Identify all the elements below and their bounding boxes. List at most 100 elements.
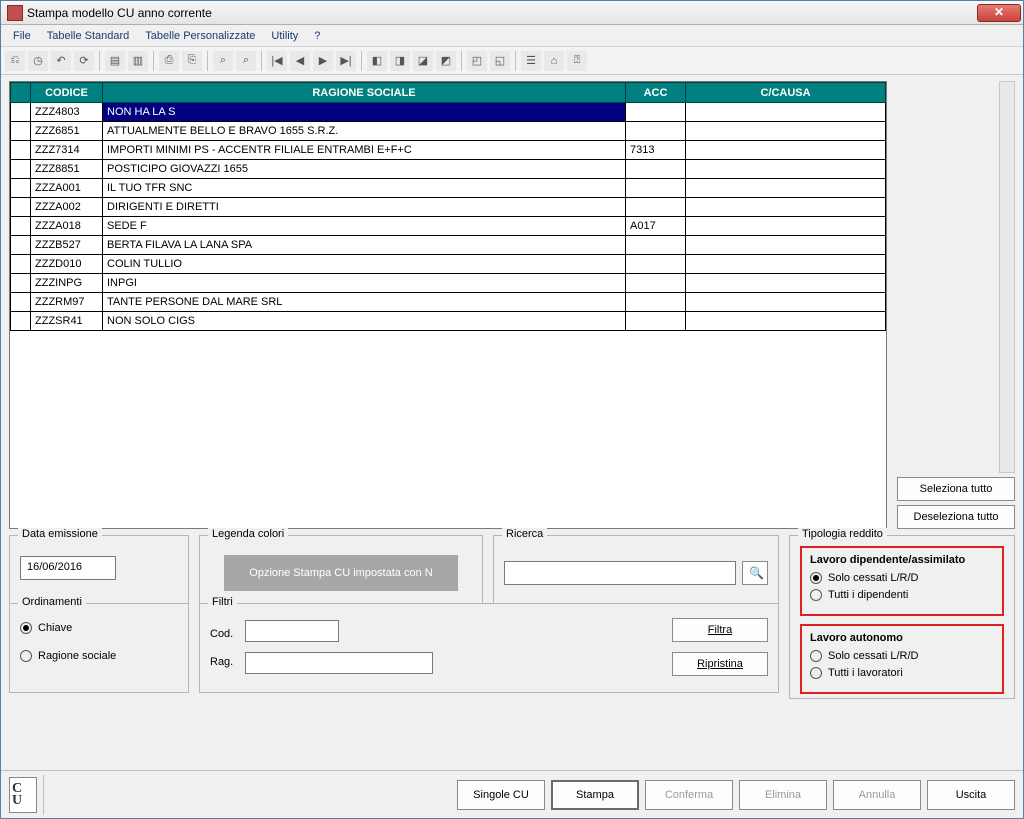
filtra-button[interactable]: Filtra (672, 618, 768, 642)
radio-icon (20, 622, 32, 634)
toolbar-separator (207, 51, 208, 71)
row-selector-cell[interactable] (11, 198, 31, 217)
grid-header-codice[interactable]: CODICE (31, 83, 103, 103)
radio-label: Tutti i lavoratori (828, 667, 903, 679)
table-row[interactable]: ZZZB527BERTA FILAVA LA LANA SPA (11, 236, 886, 255)
stampa-button[interactable]: Stampa (551, 780, 639, 810)
menu-help[interactable]: ? (306, 27, 328, 45)
cell-codice: ZZZINPG (31, 274, 103, 293)
row-selector-cell[interactable] (11, 274, 31, 293)
table-row[interactable]: ZZZ7314IMPORTI MINIMI PS - ACCENTR FILIA… (11, 141, 886, 160)
table-row[interactable]: ZZZ8851POSTICIPO GIOVAZZI 1655 (11, 160, 886, 179)
tipologia-dipendente-title: Lavoro dipendente/assimilato (810, 554, 994, 566)
table-row[interactable]: ZZZRM97TANTE PERSONE DAL MARE SRL (11, 293, 886, 312)
cell-acc (626, 160, 686, 179)
toolbar-button[interactable]: ▶| (336, 51, 356, 71)
toolbar-button[interactable]: ⎘ (182, 51, 202, 71)
table-row[interactable]: ZZZA001IL TUO TFR SNC (11, 179, 886, 198)
toolbar-button[interactable]: ☰ (521, 51, 541, 71)
table-row[interactable]: ZZZ6851ATTUALMENTE BELLO E BRAVO 1655 S.… (11, 122, 886, 141)
row-selector-cell[interactable] (11, 255, 31, 274)
table-row[interactable]: ZZZA018SEDE FA017 (11, 217, 886, 236)
cell-codice: ZZZ6851 (31, 122, 103, 141)
uscita-button[interactable]: Uscita (927, 780, 1015, 810)
toolbar-button[interactable]: ◱ (490, 51, 510, 71)
row-selector-cell[interactable] (11, 236, 31, 255)
toolbar-button[interactable]: ◨ (390, 51, 410, 71)
grid-header-acc[interactable]: ACC (626, 83, 686, 103)
row-selector-cell[interactable] (11, 122, 31, 141)
toolbar-button[interactable]: |◀ (267, 51, 287, 71)
toolbar-button[interactable]: ◩ (436, 51, 456, 71)
ripristina-button[interactable]: Ripristina (672, 652, 768, 676)
table-row[interactable]: ZZZD010COLIN TULLIO (11, 255, 886, 274)
row-selector-cell[interactable] (11, 217, 31, 236)
scrollbar-vertical[interactable] (999, 81, 1015, 473)
toolbar: ⎌◷↶⟳ ▤▥ ⎙⎘ ⌕⌕ |◀◀▶▶| ◧◨◪◩ ◰◱ ☰⌂⍰ (1, 47, 1023, 75)
tipologia-reddito-panel: Tipologia reddito Lavoro dipendente/assi… (789, 535, 1015, 699)
grid-header-causa[interactable]: C/CAUSA (686, 83, 886, 103)
row-selector-cell[interactable] (11, 141, 31, 160)
menu-tabelle-standard[interactable]: Tabelle Standard (39, 27, 138, 45)
row-selector-cell[interactable] (11, 160, 31, 179)
radio-ordinamenti-chiave[interactable]: Chiave (20, 622, 178, 634)
radio-ordinamenti-ragione[interactable]: Ragione sociale (20, 650, 178, 662)
toolbar-button[interactable]: ◧ (367, 51, 387, 71)
table-row[interactable]: ZZZINPGINPGI (11, 274, 886, 293)
toolbar-button[interactable]: ▶ (313, 51, 333, 71)
toolbar-button[interactable]: ◰ (467, 51, 487, 71)
toolbar-button[interactable]: ↶ (51, 51, 71, 71)
row-selector-cell[interactable] (11, 293, 31, 312)
table-row[interactable]: ZZZA002DIRIGENTI E DIRETTI (11, 198, 886, 217)
menu-utility[interactable]: Utility (263, 27, 306, 45)
radio-dipendente-tutti[interactable]: Tutti i dipendenti (810, 589, 994, 601)
toolbar-button[interactable]: ◷ (28, 51, 48, 71)
select-all-button[interactable]: Seleziona tutto (897, 477, 1015, 501)
toolbar-separator (153, 51, 154, 71)
cell-codice: ZZZ8851 (31, 160, 103, 179)
ricerca-input[interactable] (504, 561, 736, 585)
row-selector-cell[interactable] (11, 179, 31, 198)
table-row[interactable]: ZZZ4803NON HA LA S (11, 103, 886, 122)
grid-header-ragione[interactable]: RAGIONE SOCIALE (103, 83, 626, 103)
menu-file[interactable]: File (5, 27, 39, 45)
row-selector-cell[interactable] (11, 103, 31, 122)
legenda-colori-panel: Legenda colori Opzione Stampa CU imposta… (199, 535, 483, 613)
radio-icon (810, 589, 822, 601)
cell-acc (626, 255, 686, 274)
toolbar-button[interactable]: ◪ (413, 51, 433, 71)
deselect-all-button[interactable]: Deseleziona tutto (897, 505, 1015, 529)
cell-codice: ZZZ4803 (31, 103, 103, 122)
toolbar-button[interactable]: ⟳ (74, 51, 94, 71)
toolbar-button[interactable]: ⎌ (5, 51, 25, 71)
row-selector-cell[interactable] (11, 312, 31, 331)
toolbar-button[interactable]: ◀ (290, 51, 310, 71)
radio-autonomo-cessati[interactable]: Solo cessati L/R/D (810, 650, 994, 662)
ricerca-button[interactable]: 🔍 (742, 561, 768, 585)
toolbar-button[interactable]: ▥ (128, 51, 148, 71)
data-emissione-input[interactable]: 16/06/2016 (20, 556, 116, 580)
cell-codice: ZZZA002 (31, 198, 103, 217)
singole-cu-button[interactable]: Singole CU (457, 780, 545, 810)
table-row[interactable]: ZZZSR41NON SOLO CIGS (11, 312, 886, 331)
toolbar-button[interactable]: ⌂ (544, 51, 564, 71)
legenda-colori-button[interactable]: Opzione Stampa CU impostata con N (224, 555, 458, 591)
filtri-cod-input[interactable] (245, 620, 339, 642)
data-emissione-legend: Data emissione (18, 528, 102, 540)
toolbar-separator (261, 51, 262, 71)
toolbar-button[interactable]: ⍰ (567, 51, 587, 71)
cell-ragione: NON SOLO CIGS (103, 312, 626, 331)
data-grid[interactable]: CODICE RAGIONE SOCIALE ACC C/CAUSA ZZZ48… (9, 81, 887, 529)
toolbar-button[interactable]: ⎙ (159, 51, 179, 71)
close-button[interactable]: ✕ (977, 4, 1021, 22)
toolbar-button[interactable]: ⌕ (213, 51, 233, 71)
grid-side-panel: Seleziona tutto Deseleziona tutto (897, 81, 1015, 529)
filtri-rag-input[interactable] (245, 652, 433, 674)
radio-dipendente-cessati[interactable]: Solo cessati L/R/D (810, 572, 994, 584)
cell-acc: A017 (626, 217, 686, 236)
radio-autonomo-tutti[interactable]: Tutti i lavoratori (810, 667, 994, 679)
toolbar-button[interactable]: ⌕ (236, 51, 256, 71)
menu-tabelle-personalizzate[interactable]: Tabelle Personalizzate (137, 27, 263, 45)
conferma-button: Conferma (645, 780, 733, 810)
toolbar-button[interactable]: ▤ (105, 51, 125, 71)
